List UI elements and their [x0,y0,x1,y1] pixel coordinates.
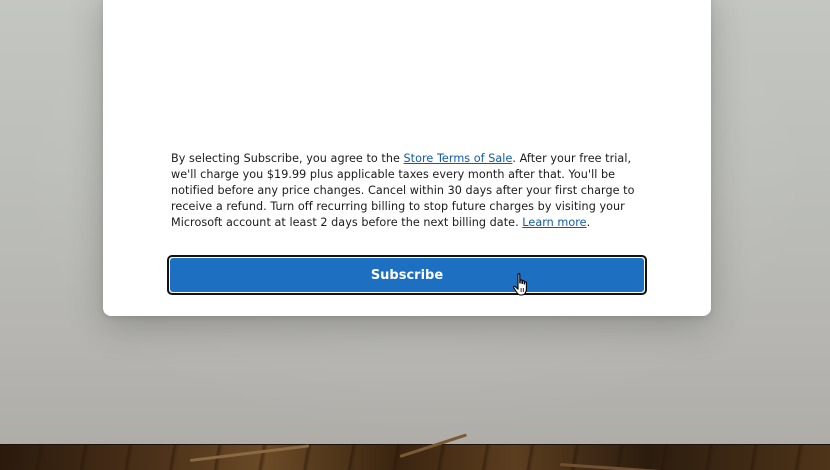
terms-text: By selecting Subscribe, you agree to the… [171,151,651,231]
learn-more-link[interactable]: Learn more [522,216,586,229]
terms-intro: By selecting Subscribe, you agree to the [171,152,404,165]
terms-end: . [586,216,591,229]
store-terms-of-sale-link[interactable]: Store Terms of Sale [404,152,513,165]
subscribe-button[interactable]: Subscribe [170,258,644,292]
wallpaper-detail [189,444,310,462]
hand-pointer-icon [513,273,527,296]
wallpaper-detail [559,463,710,470]
desktop-wallpaper [0,433,830,470]
subscription-dialog: By selecting Subscribe, you agree to the… [103,0,711,316]
subscribe-button-focus-ring: Subscribe [167,255,647,295]
